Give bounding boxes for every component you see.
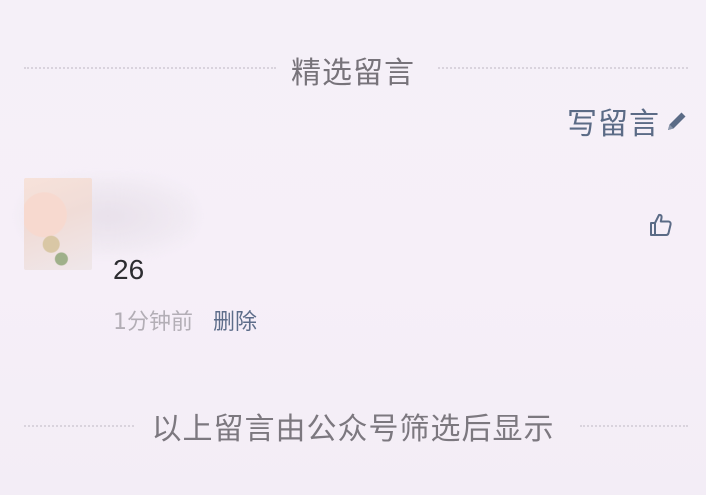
like-button[interactable] — [646, 210, 676, 240]
selected-comments-header: 精选留言 — [0, 40, 706, 96]
header-divider-right — [438, 67, 688, 69]
comment-text: 26 — [113, 254, 145, 285]
footer-divider-right — [580, 425, 688, 427]
comment-meta: 1分钟前 删除 — [113, 304, 257, 336]
comment-time: 1分钟前 — [113, 310, 193, 335]
thumbs-up-icon — [650, 213, 672, 236]
write-comment-label: 写留言 — [567, 107, 660, 142]
write-comment-button[interactable]: 写留言 — [567, 100, 690, 142]
footer-note: 以上留言由公众号筛选后显示 — [0, 398, 706, 454]
avatar[interactable] — [24, 178, 92, 270]
pencil-icon — [664, 108, 690, 134]
section-title: 精选留言 — [291, 56, 415, 91]
delete-comment-link[interactable]: 删除 — [213, 304, 257, 336]
